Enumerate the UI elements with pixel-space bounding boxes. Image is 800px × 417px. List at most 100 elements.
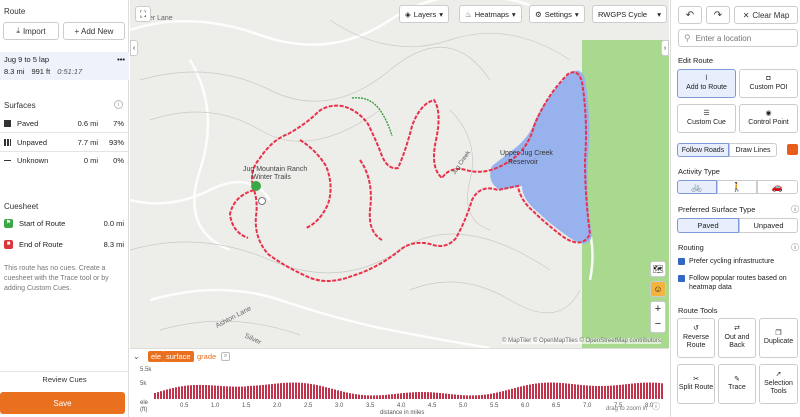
tab-surface[interactable]: surface bbox=[163, 351, 194, 362]
layers-button[interactable]: ◈ Layers ▾ bbox=[399, 5, 450, 23]
collapse-chevron-icon[interactable]: ⌄ bbox=[133, 352, 140, 361]
custom-poi-button[interactable]: ◘ Custom POI bbox=[739, 69, 798, 98]
elevation-bar bbox=[376, 395, 378, 399]
clear-map-button[interactable]: ✕ Clear Map bbox=[734, 6, 798, 24]
review-cues-button[interactable]: Review Cues bbox=[0, 375, 129, 384]
elevation-bar bbox=[400, 393, 402, 399]
gear-icon: ⚙ bbox=[535, 9, 542, 19]
trace-button[interactable]: ✎ Trace bbox=[718, 364, 756, 404]
elevation-bar bbox=[397, 393, 399, 399]
elevation-bar bbox=[478, 395, 480, 399]
import-button[interactable]: ⤓ Import bbox=[3, 22, 59, 40]
out-and-back-button[interactable]: ⇄ Out and Back bbox=[718, 318, 756, 358]
collapse-left-icon[interactable]: ‹ bbox=[130, 40, 138, 56]
elevation-bar bbox=[373, 395, 375, 399]
elevation-chart[interactable] bbox=[154, 369, 664, 399]
info-icon[interactable]: ⓘ bbox=[652, 401, 660, 412]
elevation-bar bbox=[472, 395, 474, 399]
route-card[interactable]: Jug 9 to 5 lap ••• 8.3 mi 991 ft 0:51:17 bbox=[0, 52, 129, 80]
elevation-bar bbox=[436, 392, 438, 399]
cuesheet-heading: Cuesheet bbox=[4, 202, 39, 211]
split-route-button[interactable]: ✂ Split Route bbox=[677, 364, 715, 404]
elevation-bar bbox=[613, 385, 615, 399]
undo-button[interactable]: ↶ bbox=[678, 6, 702, 24]
x-tick: 5.0 bbox=[459, 403, 468, 409]
elevation-bar bbox=[265, 384, 267, 399]
elevation-bar bbox=[643, 382, 645, 399]
elevation-bar bbox=[403, 392, 405, 399]
bike-icon[interactable]: 🚲 bbox=[677, 180, 717, 194]
x-tick: 5.5 bbox=[490, 403, 499, 409]
add-to-route-button[interactable]: ⌇ Add to Route bbox=[677, 69, 736, 98]
routing-heading: Routing bbox=[678, 243, 704, 252]
elevation-bar bbox=[547, 382, 549, 399]
zoom-out-button[interactable]: − bbox=[655, 317, 661, 332]
draw-lines-toggle[interactable]: Draw Lines bbox=[729, 143, 777, 157]
elevation-bar bbox=[292, 382, 294, 399]
elevation-bar bbox=[172, 387, 174, 399]
fullscreen-icon[interactable]: ⛶ bbox=[135, 6, 151, 22]
elevation-bar bbox=[568, 383, 570, 399]
elevation-bar bbox=[484, 394, 486, 399]
info-icon[interactable]: ⓘ bbox=[791, 204, 799, 215]
elevation-bar bbox=[388, 394, 390, 399]
elevation-bar bbox=[184, 385, 186, 399]
paved-toggle[interactable]: Paved bbox=[677, 218, 739, 233]
search-field[interactable]: ⚲ bbox=[678, 29, 798, 47]
car-icon[interactable]: 🚗 bbox=[757, 180, 798, 194]
elevation-bar bbox=[196, 384, 198, 399]
search-input[interactable] bbox=[695, 33, 791, 43]
surface-row-unknown: Unknown 0 mi 0% bbox=[4, 156, 124, 165]
map-canvas[interactable]: ter Lane Jug Mountain Ranch Winter Trail… bbox=[130, 0, 669, 348]
route-color-swatch[interactable] bbox=[787, 144, 798, 155]
custom-cue-button[interactable]: ☰ Custom Cue bbox=[677, 104, 736, 133]
elevation-bar bbox=[487, 394, 489, 399]
duplicate-button[interactable]: ❐ Duplicate bbox=[759, 318, 798, 358]
info-icon[interactable]: i bbox=[114, 100, 123, 109]
redo-button[interactable]: ↷ bbox=[706, 6, 730, 24]
y-tick: 5k bbox=[140, 381, 147, 387]
elevation-bar bbox=[538, 383, 540, 399]
heatmaps-button[interactable]: ♨ Heatmaps ▾ bbox=[459, 5, 522, 23]
tab-grade[interactable]: grade bbox=[197, 352, 216, 361]
selection-tools-button[interactable]: ➚ Selection Tools bbox=[759, 364, 798, 404]
cue-start[interactable]: ⚑ Start of Route 0.0 mi bbox=[4, 219, 124, 228]
route-menu-icon[interactable]: ••• bbox=[117, 55, 125, 64]
zoom-in-button[interactable]: + bbox=[655, 302, 661, 317]
zoom-icon[interactable]: ⌕ bbox=[221, 352, 230, 361]
walk-icon[interactable]: 🚶 bbox=[717, 180, 757, 194]
elevation-panel: ⌄ ele surface grade ⌕ 5.5k 5k ele (ft) 0… bbox=[130, 348, 669, 417]
route-name: Jug 9 to 5 lap bbox=[4, 55, 50, 64]
elevation-bar bbox=[181, 386, 183, 399]
settings-button[interactable]: ⚙ Settings ▾ bbox=[529, 5, 585, 23]
elevation-bar bbox=[163, 390, 165, 399]
elevation-bar bbox=[193, 385, 195, 399]
tab-ele[interactable]: ele bbox=[148, 351, 165, 362]
map-view-icon[interactable]: 🗺 bbox=[650, 261, 666, 277]
map-style-select[interactable]: RWGPS Cycle ▾ bbox=[592, 5, 667, 23]
follow-roads-toggle[interactable]: Follow Roads bbox=[677, 143, 729, 157]
no-cues-text: This route has no cues. Create a cueshee… bbox=[4, 265, 109, 293]
info-icon[interactable]: ⓘ bbox=[791, 242, 799, 253]
checkbox-icon bbox=[678, 275, 685, 282]
save-button[interactable]: Save bbox=[0, 392, 125, 414]
elevation-bar bbox=[247, 385, 249, 399]
elevation-bar bbox=[517, 387, 519, 399]
checkbox-icon bbox=[678, 258, 685, 265]
unpaved-toggle[interactable]: Unpaved bbox=[739, 218, 798, 233]
control-point-button[interactable]: ◉ Control Point bbox=[739, 104, 798, 133]
surface-row-paved: Paved 0.6 mi 7% bbox=[4, 119, 124, 128]
prefer-cycling-checkbox[interactable]: Prefer cycling infrastructure bbox=[678, 257, 798, 266]
cursor-icon: ➚ bbox=[775, 371, 782, 379]
elevation-bar bbox=[457, 394, 459, 399]
collapse-right-icon[interactable]: › bbox=[661, 40, 669, 56]
cue-end[interactable]: ■ End of Route 8.3 mi bbox=[4, 240, 124, 249]
street-view-icon[interactable]: ☺ bbox=[650, 281, 666, 297]
elevation-bar bbox=[583, 385, 585, 399]
add-new-button[interactable]: + Add New bbox=[63, 22, 125, 40]
follow-popular-checkbox[interactable]: Follow popular routes based on heatmap d… bbox=[678, 274, 798, 293]
x-tick: 7.0 bbox=[583, 403, 592, 409]
elevation-bar bbox=[244, 386, 246, 399]
copy-icon: ❐ bbox=[775, 329, 782, 337]
reverse-route-button[interactable]: ↺ Reverse Route bbox=[677, 318, 715, 358]
